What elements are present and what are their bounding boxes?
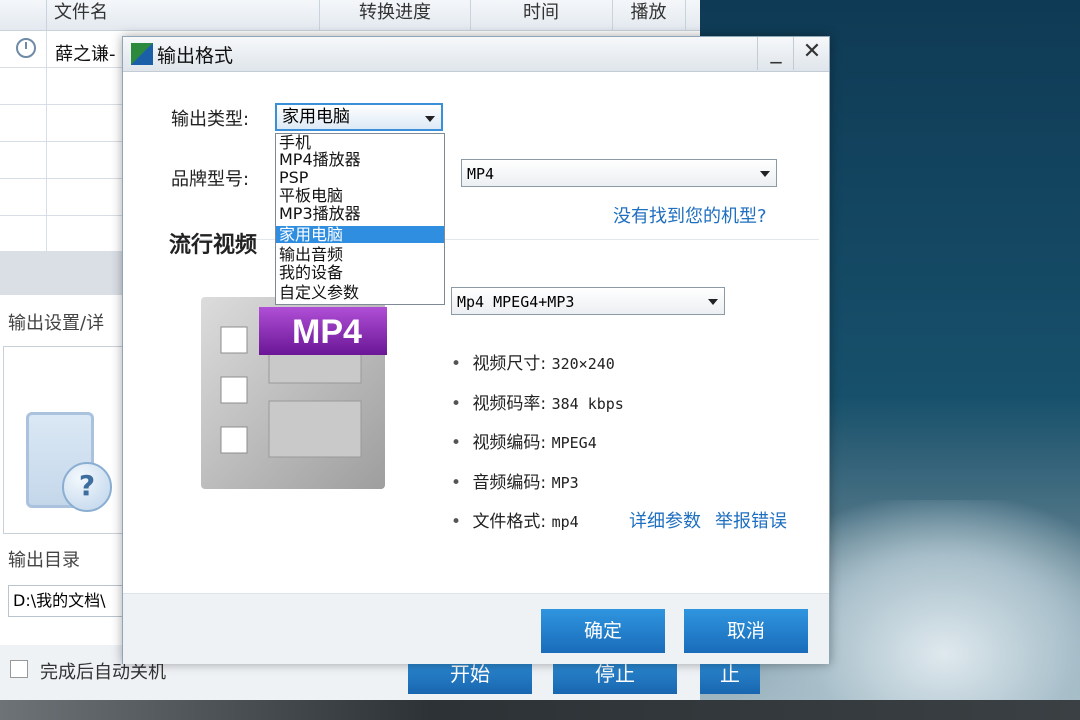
mp4-badge-text: MP4	[292, 313, 362, 351]
dropdown-option[interactable]: MP4播放器	[276, 151, 444, 168]
file-table-header: 文件名 转换进度 时间 播放	[0, 0, 700, 31]
report-error-link[interactable]: 举报错误	[715, 507, 787, 533]
output-dir-input[interactable]: D:\我的文档\	[8, 585, 126, 617]
dropdown-option-selected[interactable]: 家用电脑	[276, 226, 444, 243]
divider	[169, 239, 819, 240]
output-format-dialog: 输出格式 _ ✕ 输出类型: 家用电脑 手机 MP4播放器 PSP 平板电脑 M…	[122, 36, 830, 664]
spec-video-bitrate: 视频码率: 384 kbps	[451, 389, 624, 414]
spec-audio-codec: 音频编码: MP3	[451, 468, 579, 493]
popular-video-heading: 流行视频	[169, 233, 258, 258]
close-button[interactable]: ✕	[793, 37, 830, 70]
output-dir-label: 输出目录	[8, 550, 80, 571]
device-preview: ?	[3, 346, 123, 534]
output-type-dropdown[interactable]: 手机 MP4播放器 PSP 平板电脑 MP3播放器 家用电脑 输出音频 我的设备…	[275, 133, 445, 305]
file-format-value: mp4	[551, 513, 579, 531]
dropdown-option[interactable]: PSP	[276, 169, 444, 186]
row-filename: 薛之谦-	[55, 44, 116, 65]
dropdown-option[interactable]: 自定义参数	[276, 284, 444, 301]
column-progress[interactable]: 转换进度	[320, 0, 471, 30]
clock-icon	[16, 38, 36, 58]
question-icon: ?	[62, 462, 112, 512]
chevron-down-icon	[425, 116, 435, 122]
brand-value: MP4	[467, 165, 495, 183]
column-icon	[0, 0, 47, 30]
dropdown-option[interactable]: MP3播放器	[276, 205, 444, 222]
app-icon	[131, 43, 153, 65]
brand-select[interactable]: MP4	[461, 159, 777, 187]
format-value: Mp4 MPEG4+MP3	[457, 293, 575, 311]
output-settings-label: 输出设置/详	[8, 313, 105, 334]
video-size-value: 320×240	[551, 355, 615, 373]
column-play[interactable]: 播放	[612, 0, 686, 30]
chevron-down-icon	[760, 171, 770, 177]
detail-params-link[interactable]: 详细参数	[629, 507, 701, 533]
output-type-value: 家用电脑	[282, 107, 350, 127]
spec-video-codec: 视频编码: MPEG4	[451, 428, 597, 453]
brand-label: 品牌型号:	[171, 169, 250, 190]
shutdown-checkbox[interactable]	[10, 660, 28, 678]
taskbar-strip	[0, 700, 1080, 720]
dialog-titlebar[interactable]: 输出格式 _ ✕	[123, 37, 829, 72]
audio-codec-value: MP3	[551, 474, 579, 492]
cancel-button[interactable]: 取消	[684, 609, 808, 653]
dropdown-option[interactable]: 平板电脑	[276, 187, 444, 204]
format-select[interactable]: Mp4 MPEG4+MP3	[451, 287, 725, 315]
spec-file-format: 文件格式: mp4	[451, 507, 579, 532]
video-bitrate-value: 384 kbps	[551, 395, 624, 413]
model-not-found-link[interactable]: 没有找到您的机型?	[613, 202, 767, 228]
dropdown-option[interactable]: 我的设备	[276, 264, 444, 281]
dialog-title: 输出格式	[157, 45, 234, 67]
spec-video-size: 视频尺寸: 320×240	[451, 349, 615, 374]
chevron-down-icon	[708, 299, 718, 305]
output-type-select[interactable]: 家用电脑	[275, 103, 443, 131]
minimize-button[interactable]: _	[757, 37, 794, 70]
column-time[interactable]: 时间	[470, 0, 613, 30]
dropdown-option[interactable]: 手机	[276, 134, 444, 151]
ok-button[interactable]: 确定	[541, 609, 665, 653]
output-type-label: 输出类型:	[171, 109, 250, 130]
dropdown-option[interactable]: 输出音频	[276, 246, 444, 263]
video-codec-value: MPEG4	[551, 434, 597, 452]
column-filename[interactable]: 文件名	[46, 0, 320, 30]
